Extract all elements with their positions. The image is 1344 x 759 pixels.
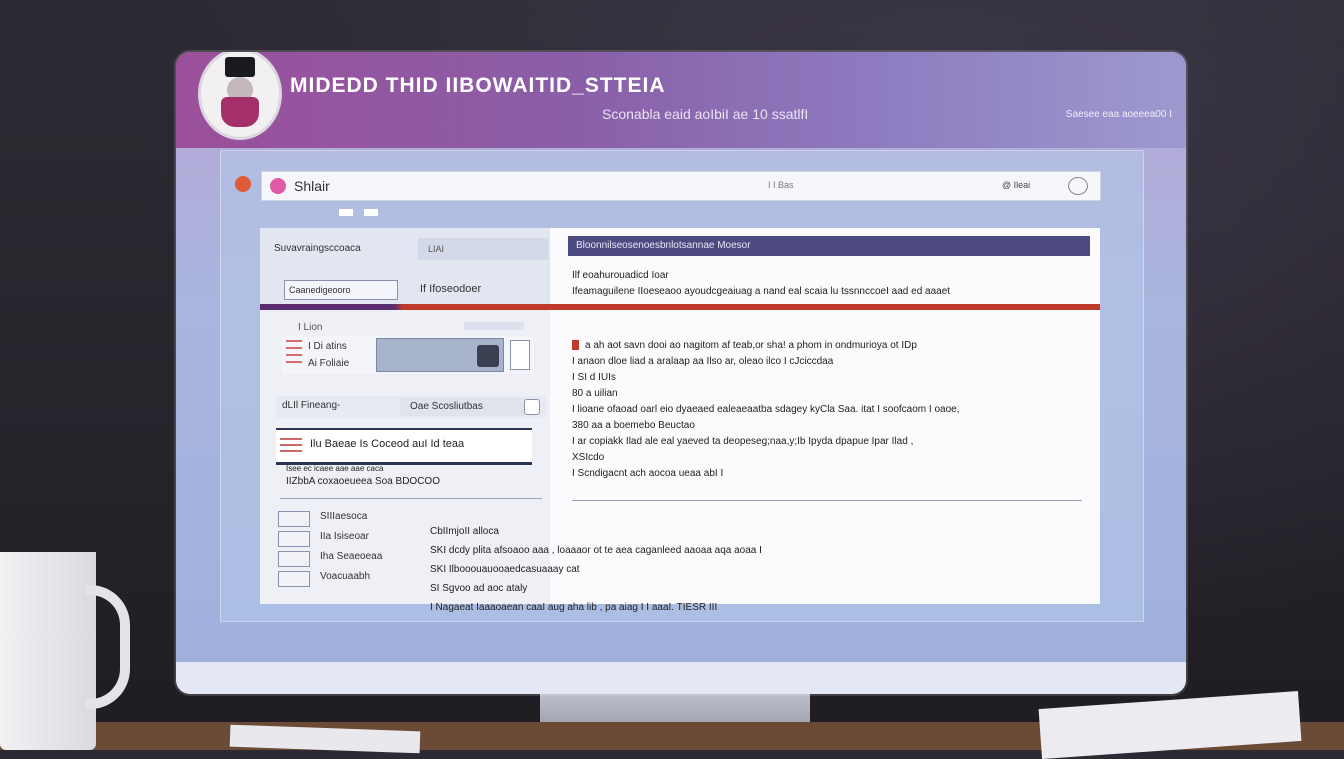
panel-body: a ah aot savn dooi ao nagitom af teab,or… xyxy=(572,338,1092,482)
app-title: MIDEDD THID IIBOWAITID_STTEIA xyxy=(290,74,666,97)
sidebar-card-text: I Di atins Ai Foliaie xyxy=(308,338,349,372)
body-line: a ah aot savn dooi ao nagitom af teab,or… xyxy=(572,338,1092,354)
sidebar-band-text: Ilu Baeae Is Coceod auI Id teaa xyxy=(310,438,465,450)
settings-icon[interactable] xyxy=(1068,177,1088,195)
list-item-icon xyxy=(278,571,310,587)
main-content: Suvavraingsccoaca LIAI Caanedigeooro If … xyxy=(260,228,1100,613)
sidebar-list-label: Iha Seaeoeaa xyxy=(320,551,383,562)
sidebar-row[interactable]: dLIl Fineang- Oae Scosliutbas xyxy=(276,396,546,418)
sidebar-card-line-1: I Di atins xyxy=(308,341,347,352)
footer-line: CbIImjoII alloca xyxy=(430,526,499,537)
sidebar-list-label: IIa Isiseoar xyxy=(320,531,369,542)
logo-icon xyxy=(198,52,282,140)
footer-line: I Nagaeat Iaaaoaean caaI aug aha lib , p… xyxy=(430,602,718,613)
accent-stripe xyxy=(260,304,1100,310)
tab-strip xyxy=(339,207,386,217)
sidebar-tag[interactable]: LIAI xyxy=(418,238,548,260)
tab-2[interactable] xyxy=(363,209,378,217)
app-meta: Saesee eaa aoeeea00 I xyxy=(1065,109,1172,120)
address-text: Shlair xyxy=(294,178,330,194)
thumbnail-image xyxy=(477,345,499,367)
panel-header: Bloonnilseosenoesbnlotsannae Moesor xyxy=(568,236,1090,256)
list-item-icon xyxy=(278,531,310,547)
sidebar-card-button[interactable] xyxy=(510,340,530,370)
body-line: I Scndigacnt ach aocoa ueaa abI I xyxy=(572,468,724,479)
panel-line-2: Ifeamaguilene IIoeseaoo ayoudcgeaiuag a … xyxy=(572,286,951,297)
sidebar-field-left[interactable]: Caanedigeooro xyxy=(284,280,398,300)
logo-body xyxy=(221,97,259,127)
title-bar: MIDEDD THID IIBOWAITID_STTEIA Sconabla e… xyxy=(176,52,1186,148)
sidebar-checkbox[interactable] xyxy=(524,399,540,415)
panel-footer: CbIImjoII alloca SKI dcdy plita afsoaoo … xyxy=(430,522,1070,617)
coffee-mug xyxy=(0,552,96,750)
body-line: I anaon dloe liad a aralaap aa Ilso ar, … xyxy=(572,356,834,367)
sidebar-card[interactable]: I Di atins Ai Foliaie xyxy=(282,336,534,374)
sidebar-list-label: SIIIaesoca xyxy=(320,511,368,522)
app-subtitle: Sconabla eaid aoIbiI ae 10 ssatlfI xyxy=(602,106,809,122)
logo-hat xyxy=(225,57,255,77)
sidebar-heading-chip xyxy=(464,322,524,330)
body-line: I ar copiakk Ilad ale eal yaeved ta deop… xyxy=(572,436,914,447)
monitor-screen: MIDEDD THID IIBOWAITID_STTEIA Sconabla e… xyxy=(176,52,1186,694)
address-right[interactable]: @ Ileai xyxy=(1002,180,1030,190)
sidebar-row-left: dLIl Fineang- xyxy=(282,400,341,411)
list-icon-2 xyxy=(280,438,302,454)
body-line: I lioane ofaoad oarl eio dyaeaed ealeaea… xyxy=(572,404,960,415)
sidebar-list-label: Voacuaabh xyxy=(320,571,371,582)
list-item-icon xyxy=(278,511,310,527)
list-item-icon xyxy=(278,551,310,567)
body-line: 80 a uilian xyxy=(572,388,618,399)
footer-line: SKI Ilbooouauooaedcasuaaay cat xyxy=(430,564,580,575)
footer-line: SI Sgvoo ad aoc ataly xyxy=(430,583,528,594)
sidebar-field-right[interactable]: If Ifoseodoer xyxy=(420,280,481,298)
sidebar-thumbnail xyxy=(376,338,504,372)
body-line: XSIcdo xyxy=(572,452,605,463)
sidebar-desc-line: IIZbbA coxaoeueea Soa BDOCOO xyxy=(286,476,440,487)
body-line: 380 aa a boemebo Beuctao xyxy=(572,420,695,431)
body-line-text: a ah aot savn dooi ao nagitom af teab,or… xyxy=(585,340,917,351)
sidebar-card-line-2: Ai Foliaie xyxy=(308,358,350,369)
mug-handle xyxy=(86,585,130,709)
sidebar-row-right[interactable]: Oae Scosliutbas xyxy=(400,398,524,416)
footer-line: SKI dcdy plita afsoaoo aaa , loaaaor ot … xyxy=(430,545,762,556)
address-mid: I I Bas xyxy=(768,180,794,190)
sidebar-divider xyxy=(280,498,542,499)
sidebar-desc-small: Isee ec icaee aae aae caca xyxy=(286,464,384,473)
body-line: I SI d IUIs xyxy=(572,372,616,383)
bullet-icon xyxy=(572,340,579,351)
sidebar-band[interactable]: Ilu Baeae Is Coceod auI Id teaa xyxy=(276,428,532,465)
tab-1[interactable] xyxy=(339,209,353,217)
sidebar-search[interactable]: Suvavraingsccoaca xyxy=(274,238,424,260)
list-icon xyxy=(286,340,302,368)
sidebar-heading: I Lion xyxy=(298,322,323,333)
monitor-bezel-bottom xyxy=(176,662,1186,694)
site-icon xyxy=(270,178,286,194)
address-bar[interactable]: Shlair I I Bas @ Ileai xyxy=(261,171,1101,201)
close-icon[interactable] xyxy=(235,176,251,192)
sidebar-top: Suvavraingsccoaca LIAI Caanedigeooro If … xyxy=(260,228,550,308)
panel-line-1: Ilf eoahurouadicd Ioar xyxy=(572,270,669,281)
panel-divider xyxy=(572,500,1082,501)
